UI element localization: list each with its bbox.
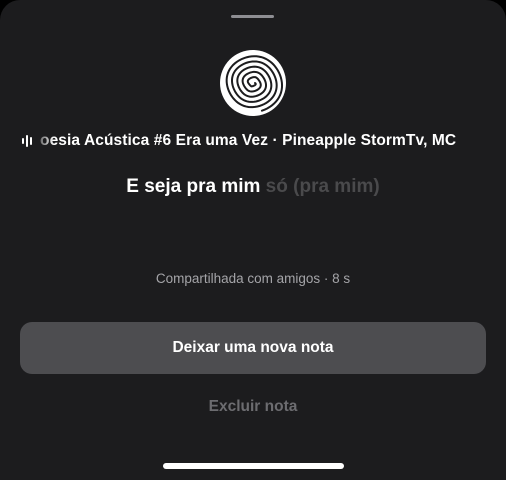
leave-new-note-button[interactable]: Deixar uma nova nota — [20, 322, 486, 374]
note-bottom-sheet: oesia Acústica #6 Era uma Vez · Pineappl… — [0, 0, 506, 480]
sheet-grabber-handle[interactable] — [231, 15, 274, 18]
lyric-line: E seja pra mim só (pra mim) — [0, 176, 506, 198]
delete-note-button[interactable]: Excluir nota — [0, 394, 506, 420]
now-playing-track[interactable]: oesia Acústica #6 Era uma Vez · Pineappl… — [0, 129, 506, 153]
note-audience-time: Compartilhada com amigos · 8 s — [155, 271, 351, 286]
home-indicator — [163, 463, 344, 469]
track-title: oesia Acústica #6 Era uma Vez · Pineappl… — [40, 132, 457, 149]
swirl-spiral-icon — [220, 50, 286, 116]
lyric-upcoming: só (pra mim) — [260, 176, 380, 197]
equalizer-bars-icon — [22, 134, 32, 148]
lyric-sung: E seja pra mim — [126, 176, 261, 197]
